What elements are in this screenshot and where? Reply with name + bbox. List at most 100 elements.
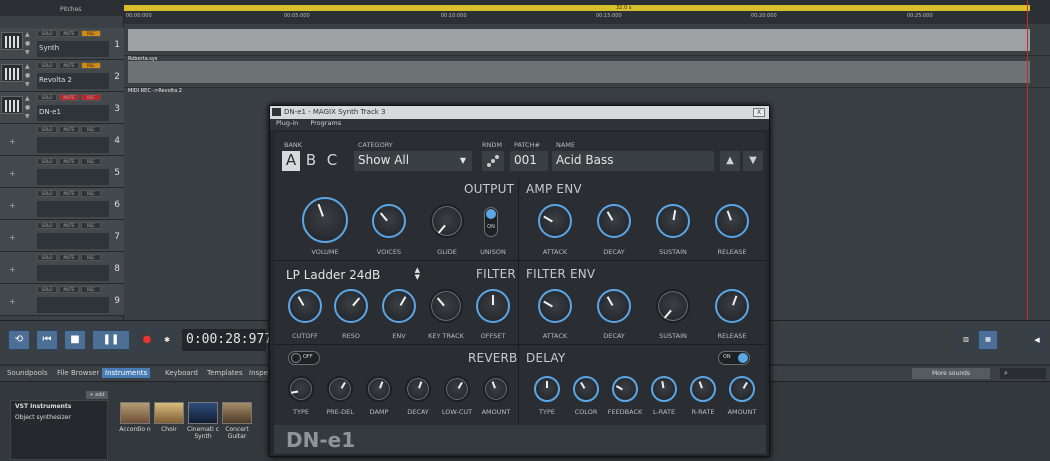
collapse-icon[interactable]: ◀ <box>1028 330 1046 350</box>
rec-button[interactable]: REC <box>81 94 101 101</box>
l-rate-knob[interactable] <box>651 376 677 402</box>
bank-c-button[interactable]: C <box>323 151 341 171</box>
close-button[interactable]: X <box>753 108 765 117</box>
track-name[interactable] <box>37 201 109 217</box>
track-row[interactable]: + SOLO MUTE REC 5 <box>0 156 124 188</box>
menu-plugin[interactable]: Plug-in <box>276 119 298 127</box>
amp-decay-knob[interactable] <box>597 204 631 238</box>
pause-button[interactable]: ❚❚ <box>92 330 130 350</box>
solo-button[interactable]: SOLO <box>37 286 57 293</box>
env-knob[interactable] <box>382 289 416 323</box>
solo-button[interactable]: SOLO <box>37 190 57 197</box>
range-bar[interactable] <box>124 5 1030 11</box>
rec-button[interactable]: REC <box>81 158 101 165</box>
add-track-icon[interactable]: + <box>9 137 16 146</box>
track-row[interactable]: ▲ ● ▼ SOLO MUTE REC Revolta 2 2 <box>0 60 124 92</box>
damp-knob[interactable] <box>366 376 392 402</box>
track-row[interactable]: + SOLO MUTE REC 8 <box>0 252 124 284</box>
tab-inspector[interactable]: Inspe <box>246 368 271 378</box>
patch-number-field[interactable]: 001 <box>510 151 548 171</box>
voices-knob[interactable] <box>372 204 406 238</box>
vst-item[interactable]: Object synthesizer <box>11 412 107 423</box>
add-track-icon[interactable]: + <box>9 297 16 306</box>
rewind-button[interactable]: ⏮ <box>36 330 58 350</box>
amp-attack-knob[interactable] <box>538 204 572 238</box>
volume-knob[interactable] <box>302 197 348 243</box>
tab-soundpools[interactable]: Soundpools <box>4 368 51 378</box>
rec-button[interactable]: REC <box>81 62 101 69</box>
r-rate-knob[interactable] <box>690 376 716 402</box>
reso-knob[interactable] <box>334 289 368 323</box>
patch-name-field[interactable]: Acid Bass <box>552 151 714 171</box>
track-arrows-icon[interactable]: ▲ ● ▼ <box>25 30 33 58</box>
tab-keyboard[interactable]: Keyboard <box>162 368 201 378</box>
track-name[interactable] <box>37 233 109 249</box>
solo-button[interactable]: SOLO <box>37 158 57 165</box>
filter-release-knob[interactable] <box>715 289 749 323</box>
mute-button[interactable]: MUTE <box>59 94 79 101</box>
dice-icon[interactable] <box>482 151 504 171</box>
solo-button[interactable]: SOLO <box>37 222 57 229</box>
playhead[interactable] <box>1027 0 1028 320</box>
view-button[interactable]: ▥ <box>956 330 976 350</box>
track-row[interactable]: ▲ ● ▼ SOLO MUTE REC DN-e1 3 <box>0 92 124 124</box>
mute-button[interactable]: MUTE <box>59 286 79 293</box>
track-row[interactable]: + SOLO MUTE REC 9 <box>0 284 124 316</box>
reverb-toggle[interactable]: OFF <box>288 351 320 365</box>
delay-toggle[interactable]: ON <box>718 351 750 365</box>
add-track-icon[interactable]: + <box>9 265 16 274</box>
settings-icon[interactable]: ✱ <box>160 330 174 350</box>
mute-button[interactable]: MUTE <box>59 126 79 133</box>
record-button[interactable]: ● <box>136 330 158 350</box>
filter-sustain-knob[interactable] <box>656 289 690 323</box>
rec-button[interactable]: REC <box>81 30 101 37</box>
prev-patch-button[interactable]: ▲ <box>720 151 740 171</box>
amp-release-knob[interactable] <box>715 204 749 238</box>
track-name[interactable] <box>37 137 109 153</box>
lane-2[interactable] <box>124 56 1050 88</box>
track-name[interactable]: DN-e1 <box>37 105 109 121</box>
lane-1[interactable] <box>124 24 1050 56</box>
track-name[interactable]: Synth <box>37 41 109 57</box>
solo-button[interactable]: SOLO <box>37 126 57 133</box>
track-row[interactable]: + SOLO MUTE REC 4 <box>0 124 124 156</box>
track-name[interactable] <box>37 297 109 313</box>
delay-type-knob[interactable] <box>534 376 560 402</box>
mute-button[interactable]: MUTE <box>59 62 79 69</box>
filter-type-dropdown[interactable]: LP Ladder 24dB ▲ ▼ <box>282 266 422 284</box>
rec-button[interactable]: REC <box>81 254 101 261</box>
delay-amount-knob[interactable] <box>729 376 755 402</box>
reverb-decay-knob[interactable] <box>405 376 431 402</box>
cinematic-synth-thumbnail[interactable] <box>188 402 218 424</box>
add-track-icon[interactable]: + <box>9 169 16 178</box>
mute-button[interactable]: MUTE <box>59 190 79 197</box>
rec-button[interactable]: REC <box>81 126 101 133</box>
track-name[interactable] <box>37 169 109 185</box>
tab-instruments[interactable]: Instruments <box>102 368 151 378</box>
audio-clip[interactable] <box>128 29 1030 51</box>
key-track-knob[interactable] <box>429 289 463 323</box>
reverb-amount-knob[interactable] <box>483 376 509 402</box>
add-track-icon[interactable]: + <box>9 201 16 210</box>
add-button[interactable]: + add <box>86 391 108 399</box>
rec-button[interactable]: REC <box>81 222 101 229</box>
timeline-ruler[interactable]: 32.0 s 00:00:000 00:05:000 00:10:000 00:… <box>124 0 1050 24</box>
track-arrows-icon[interactable]: ▲ ● ▼ <box>25 62 33 90</box>
mute-button[interactable]: MUTE <box>59 222 79 229</box>
delay-color-knob[interactable] <box>573 376 599 402</box>
filter-attack-knob[interactable] <box>538 289 572 323</box>
category-dropdown[interactable]: Show All ▼ <box>354 151 472 171</box>
amp-sustain-knob[interactable] <box>656 204 690 238</box>
add-track-icon[interactable]: + <box>9 233 16 242</box>
rec-button[interactable]: REC <box>81 190 101 197</box>
track-name[interactable] <box>37 265 109 281</box>
accordion-thumbnail[interactable] <box>120 402 150 424</box>
mute-button[interactable]: MUTE <box>59 158 79 165</box>
unison-switch[interactable]: ON <box>484 207 498 237</box>
search-icon[interactable]: ⌕ <box>1000 368 1046 379</box>
offset-knob[interactable] <box>476 289 510 323</box>
bank-b-button[interactable]: B <box>302 151 320 171</box>
track-row[interactable]: + SOLO MUTE REC 7 <box>0 220 124 252</box>
solo-button[interactable]: SOLO <box>37 254 57 261</box>
track-name[interactable]: Revolta 2 <box>37 73 109 89</box>
